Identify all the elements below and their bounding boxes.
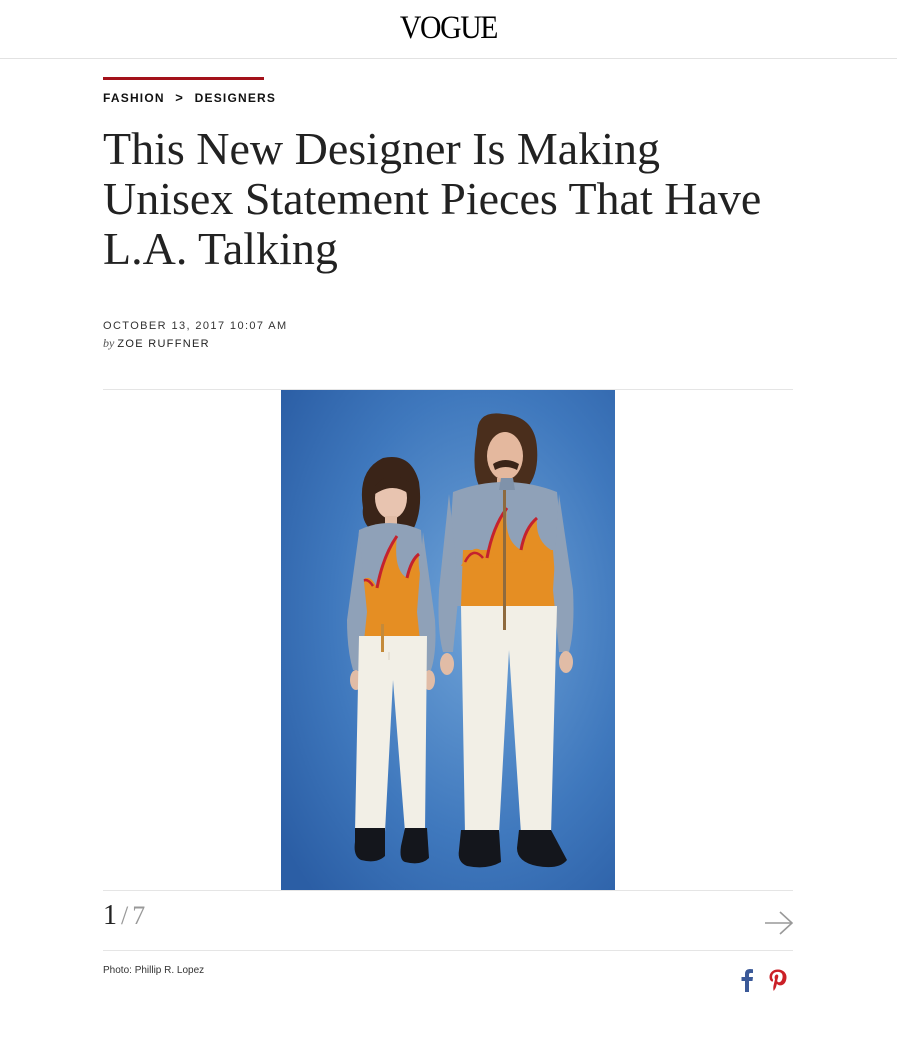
- author-link[interactable]: ZOE RUFFNER: [117, 338, 210, 350]
- photo-credit: Photo: Phillip R. Lopez: [103, 965, 205, 976]
- gallery-photo[interactable]: [281, 390, 615, 890]
- byline-prefix: by: [103, 336, 115, 350]
- vogue-logo[interactable]: VOGUE: [45, 10, 852, 47]
- facebook-icon[interactable]: [740, 968, 754, 992]
- section-accent-bar: [103, 77, 264, 80]
- byline: by ZOE RUFFNER: [103, 336, 210, 351]
- fashion-photo-illustration: [281, 390, 615, 890]
- slide-total: 7: [132, 901, 146, 930]
- slide-current: 1: [103, 900, 117, 931]
- caption-divider: [103, 950, 793, 951]
- breadcrumb-fashion[interactable]: FASHION: [103, 91, 165, 105]
- pinterest-icon[interactable]: [767, 968, 789, 992]
- arrow-right-icon[interactable]: [763, 909, 795, 937]
- breadcrumb-separator: >: [175, 90, 185, 105]
- gallery-bottom-divider: [103, 890, 793, 891]
- slide-counter-separator: /: [121, 901, 129, 930]
- publish-date: OCTOBER 13, 2017 10:07 AM: [103, 320, 288, 332]
- breadcrumb: FASHION > DESIGNERS: [103, 90, 276, 105]
- site-header: VOGUE: [0, 0, 897, 59]
- slide-counter: 1/7: [103, 900, 145, 932]
- breadcrumb-designers[interactable]: DESIGNERS: [195, 91, 276, 105]
- article-title: This New Designer Is Making Unisex State…: [103, 123, 762, 274]
